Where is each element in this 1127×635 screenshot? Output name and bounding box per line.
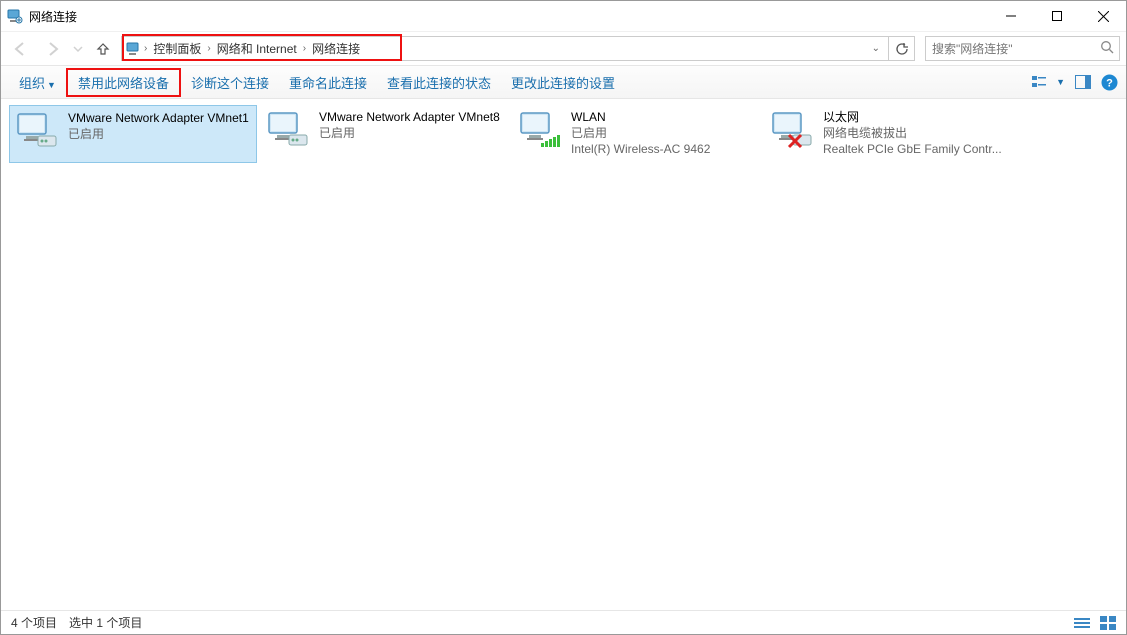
search-input[interactable] <box>926 42 1119 56</box>
location-icon <box>126 41 142 57</box>
adapter-name: 以太网 <box>823 109 1002 125</box>
details-view-icon[interactable] <box>1074 616 1090 630</box>
adapter-name: WLAN <box>571 109 710 125</box>
adapter-item[interactable]: 以太网网络电缆被拔出Realtek PCIe GbE Family Contr.… <box>765 105 1013 163</box>
adapter-status: 已启用 <box>319 125 500 141</box>
close-button[interactable] <box>1080 1 1126 31</box>
app-icon <box>7 8 23 24</box>
help-button[interactable]: ? <box>1101 74 1118 91</box>
maximize-button[interactable] <box>1034 1 1080 31</box>
status-selected: 选中 1 个项目 <box>69 614 142 631</box>
breadcrumb-item[interactable]: 网络连接 <box>308 40 364 57</box>
title-bar: 网络连接 <box>1 1 1126 31</box>
adapter-status: 网络电缆被拔出 <box>823 125 1002 141</box>
diagnose-button[interactable]: 诊断这个连接 <box>181 70 279 95</box>
chevron-right-icon: › <box>205 43 212 54</box>
adapter-item[interactable]: VMware Network Adapter VMnet1已启用 <box>9 105 257 163</box>
adapter-name: VMware Network Adapter VMnet8 <box>319 109 500 125</box>
adapter-detail: Intel(R) Wireless-AC 9462 <box>571 141 710 157</box>
adapter-detail: Realtek PCIe GbE Family Contr... <box>823 141 1002 157</box>
adapter-name: VMware Network Adapter VMnet1 <box>68 110 249 126</box>
preview-pane-button[interactable] <box>1075 75 1091 89</box>
view-options-button[interactable]: ▼ <box>1032 75 1065 89</box>
large-icons-view-icon[interactable] <box>1100 616 1116 630</box>
rename-button[interactable]: 重命名此连接 <box>279 70 377 95</box>
svg-text:?: ? <box>1106 77 1113 89</box>
nav-row: › 控制面板 › 网络和 Internet › 网络连接 ⌄ <box>1 31 1126 65</box>
adapter-item[interactable]: VMware Network Adapter VMnet8已启用 <box>261 105 509 163</box>
view-status-button[interactable]: 查看此连接的状态 <box>377 70 501 95</box>
chevron-right-icon: › <box>301 43 308 54</box>
status-count: 4 个项目 <box>11 614 57 631</box>
forward-button[interactable] <box>39 35 67 62</box>
search-box[interactable] <box>925 36 1120 61</box>
change-settings-button[interactable]: 更改此连接的设置 <box>501 70 625 95</box>
adapter-status: 已启用 <box>68 126 249 142</box>
adapter-status: 已启用 <box>571 125 710 141</box>
chevron-right-icon: › <box>142 43 149 54</box>
address-bar[interactable]: › 控制面板 › 网络和 Internet › 网络连接 ⌄ <box>121 36 889 61</box>
breadcrumb-item[interactable]: 网络和 Internet <box>213 40 301 57</box>
network-adapter-icon <box>771 111 815 155</box>
breadcrumb-item[interactable]: 控制面板 <box>149 40 205 57</box>
command-bar: 组织▼ 禁用此网络设备 诊断这个连接 重命名此连接 查看此连接的状态 更改此连接… <box>1 65 1126 99</box>
search-icon <box>1100 40 1115 55</box>
disable-device-button[interactable]: 禁用此网络设备 <box>66 68 181 97</box>
window-title: 网络连接 <box>29 8 77 25</box>
minimize-button[interactable] <box>988 1 1034 31</box>
content-area: VMware Network Adapter VMnet1已启用VMware N… <box>1 99 1126 609</box>
network-adapter-icon <box>519 111 563 155</box>
back-button[interactable] <box>7 35 35 62</box>
network-adapter-icon <box>267 111 311 155</box>
refresh-button[interactable] <box>889 36 915 61</box>
status-bar: 4 个项目 选中 1 个项目 <box>1 610 1126 634</box>
up-button[interactable] <box>89 35 117 62</box>
organize-button[interactable]: 组织▼ <box>9 70 66 95</box>
address-dropdown[interactable]: ⌄ <box>868 43 884 54</box>
history-dropdown[interactable] <box>71 35 85 62</box>
adapter-item[interactable]: WLAN已启用Intel(R) Wireless-AC 9462 <box>513 105 761 163</box>
network-adapter-icon <box>16 112 60 156</box>
